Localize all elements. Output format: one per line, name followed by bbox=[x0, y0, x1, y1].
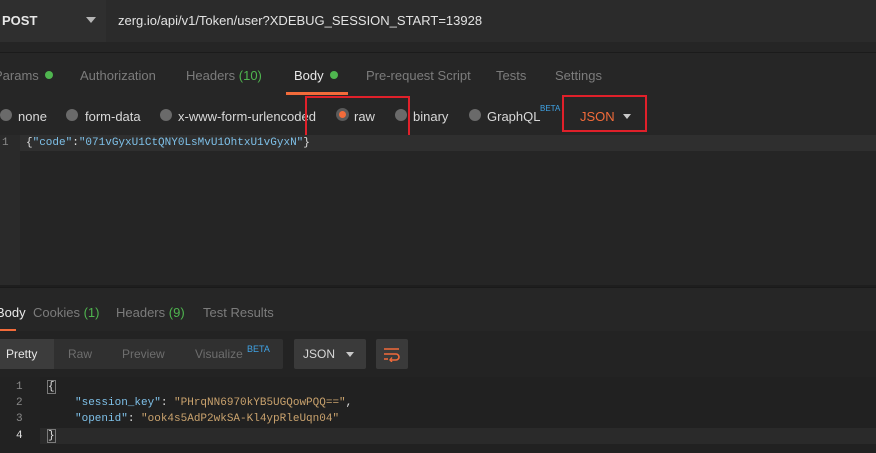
tab-body[interactable]: Body bbox=[294, 68, 338, 83]
line-number: 1 bbox=[2, 137, 9, 149]
code-line: {"code":"071vGyxU1CtQNY0LsMvU1OhtxU1vGyx… bbox=[26, 137, 310, 149]
code-brace: } bbox=[303, 137, 310, 149]
code-brace: { bbox=[26, 137, 33, 149]
view-preview-button[interactable]: Preview bbox=[122, 347, 165, 361]
tab-prerequest-script[interactable]: Pre-request Script bbox=[366, 68, 471, 83]
raw-highlight-box bbox=[305, 96, 410, 139]
line-number: 1 bbox=[16, 381, 23, 393]
method-label: POST bbox=[2, 13, 38, 28]
chevron-down-icon bbox=[86, 17, 96, 23]
tab-response-body[interactable]: Body bbox=[0, 305, 26, 320]
view-mode-group: Pretty Raw Preview Visualize BETA bbox=[0, 339, 283, 369]
active-line-highlight bbox=[0, 428, 876, 444]
code-key: "openid" bbox=[75, 413, 128, 425]
code-line: "openid": "ook4s5AdP2wkSA-Kl4ypRleUqn04" bbox=[75, 413, 340, 425]
view-visualize-button[interactable]: Visualize bbox=[195, 347, 243, 361]
code-line: "session_key": "PHrqNN6970kYB5UGQowPQQ==… bbox=[75, 397, 353, 409]
line-number: 3 bbox=[16, 413, 23, 425]
response-body-viewer[interactable]: 1 2 3 4 { "session_key": "PHrqNN6970kYB5… bbox=[0, 377, 876, 453]
radio-none[interactable] bbox=[0, 109, 12, 121]
radio-graphql-label: GraphQL bbox=[487, 109, 541, 124]
tab-settings[interactable]: Settings bbox=[555, 68, 602, 83]
status-dot-icon bbox=[44, 71, 53, 79]
response-format-select[interactable]: JSON bbox=[294, 339, 366, 369]
code-value: "ook4s5AdP2wkSA-Kl4ypRleUqn04" bbox=[141, 413, 340, 425]
body-type-options: none form-data x-www-form-urlencoded raw… bbox=[0, 95, 876, 139]
tab-response-headers-label: Headers bbox=[116, 305, 166, 320]
tab-headers[interactable]: Headers (10) bbox=[186, 68, 262, 83]
tab-response-headers[interactable]: Headers (9) bbox=[116, 305, 185, 320]
tab-cookies[interactable]: Cookies (1) bbox=[33, 305, 99, 320]
wrap-lines-button[interactable] bbox=[376, 339, 408, 369]
tab-test-results[interactable]: Test Results bbox=[203, 305, 274, 320]
url-text: zerg.io/api/v1/Token/user?XDEBUG_SESSION… bbox=[118, 13, 483, 28]
line-gutter bbox=[0, 135, 20, 285]
wrap-lines-icon bbox=[384, 348, 400, 362]
code-brace: } bbox=[47, 429, 56, 443]
view-pretty-button[interactable]: Pretty bbox=[0, 339, 54, 369]
radio-urlencoded[interactable] bbox=[160, 109, 172, 121]
code-key: "code" bbox=[32, 137, 73, 149]
tab-cookies-label: Cookies bbox=[33, 305, 80, 320]
view-raw-button[interactable]: Raw bbox=[68, 347, 92, 361]
json-highlight-box bbox=[562, 95, 647, 132]
tab-body-label: Body bbox=[294, 68, 324, 83]
line-number: 2 bbox=[16, 397, 23, 409]
radio-none-label: none bbox=[18, 109, 47, 124]
status-dot-icon bbox=[329, 71, 338, 79]
radio-form-data[interactable] bbox=[66, 109, 78, 121]
code-comma: , bbox=[345, 397, 353, 409]
code-colon: : bbox=[72, 137, 79, 149]
request-tabs: Params Authorization Headers (10) Body P… bbox=[0, 52, 876, 96]
beta-badge: BETA bbox=[247, 344, 270, 354]
view-pretty-label: Pretty bbox=[6, 347, 38, 361]
tab-params[interactable]: Params bbox=[0, 68, 53, 83]
code-key: "session_key" bbox=[75, 397, 161, 409]
response-format-label: JSON bbox=[303, 347, 336, 361]
tab-response-headers-count: (9) bbox=[168, 305, 185, 320]
chevron-down-icon bbox=[346, 352, 354, 357]
code-value: "PHrqNN6970kYB5UGQowPQQ==" bbox=[174, 397, 346, 409]
method-select[interactable]: POST bbox=[0, 0, 107, 42]
radio-form-data-label: form-data bbox=[85, 109, 141, 124]
tab-tests[interactable]: Tests bbox=[496, 68, 526, 83]
tab-headers-count: (10) bbox=[238, 68, 262, 83]
tab-headers-label: Headers bbox=[186, 68, 236, 83]
response-tabs: Body Cookies (1) Headers (9) Test Result… bbox=[0, 287, 876, 332]
code-value: "071vGyxU1CtQNY0LsMvU1OhtxU1vGyxN" bbox=[78, 137, 304, 149]
tab-cookies-count: (1) bbox=[83, 305, 100, 320]
radio-urlencoded-label: x-www-form-urlencoded bbox=[178, 109, 316, 124]
code-brace: { bbox=[47, 380, 56, 394]
tab-params-label: Params bbox=[0, 68, 39, 83]
radio-binary-label: binary bbox=[413, 109, 449, 124]
beta-badge: BETA bbox=[540, 104, 561, 113]
radio-graphql[interactable] bbox=[469, 109, 481, 121]
request-body-editor[interactable]: 1 {"code":"071vGyxU1CtQNY0LsMvU1OhtxU1vG… bbox=[0, 135, 876, 285]
response-toolbar: Pretty Raw Preview Visualize BETA JSON bbox=[0, 331, 876, 377]
url-input[interactable]: zerg.io/api/v1/Token/user?XDEBUG_SESSION… bbox=[106, 0, 876, 42]
tab-authorization[interactable]: Authorization bbox=[80, 68, 156, 83]
line-number: 4 bbox=[16, 430, 23, 442]
request-url-bar: POST zerg.io/api/v1/Token/user?XDEBUG_SE… bbox=[0, 0, 876, 52]
